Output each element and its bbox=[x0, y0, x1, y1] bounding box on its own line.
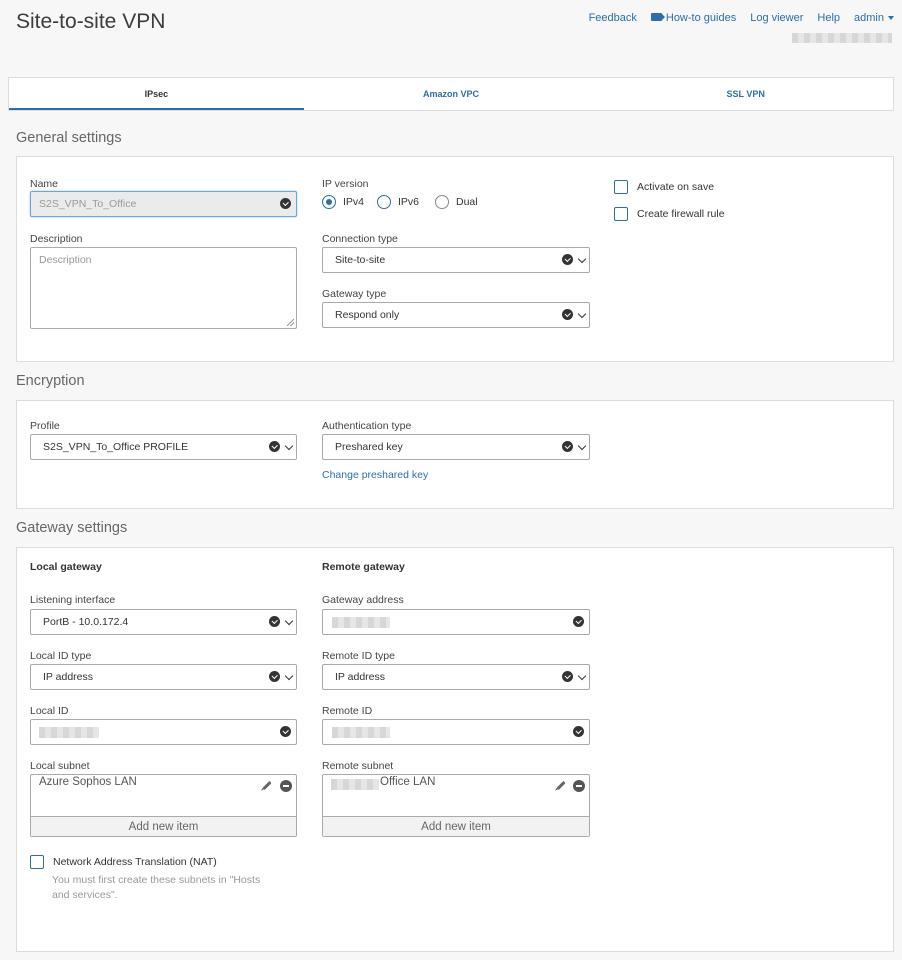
chevron-down-icon bbox=[284, 441, 294, 451]
name-value: S2S_VPN_To_Office bbox=[39, 198, 137, 210]
top-navigation: Feedback How-to guides Log viewer Help a… bbox=[589, 12, 894, 24]
check-circle-icon bbox=[562, 309, 573, 320]
remote-subnet-add-button[interactable]: Add new item bbox=[323, 816, 589, 836]
ip-version-dual[interactable]: Dual bbox=[435, 195, 478, 209]
check-circle-icon bbox=[562, 441, 573, 452]
general-settings-panel: Name S2S_VPN_To_Office Description Descr… bbox=[16, 156, 894, 362]
check-circle-icon bbox=[280, 198, 291, 209]
local-subnet-add-button[interactable]: Add new item bbox=[31, 816, 296, 836]
chevron-down-icon bbox=[577, 309, 587, 319]
checkbox-icon bbox=[30, 855, 44, 869]
checkbox-icon bbox=[614, 207, 628, 221]
user-menu[interactable]: admin bbox=[854, 12, 894, 24]
gateway-settings-panel: Local gateway Remote gateway Listening i… bbox=[16, 547, 894, 952]
chevron-down-icon bbox=[284, 671, 294, 681]
chevron-down-icon bbox=[577, 254, 587, 264]
tab-amazon-vpc[interactable]: Amazon VPC bbox=[304, 78, 599, 110]
tab-ssl-vpn[interactable]: SSL VPN bbox=[598, 78, 893, 110]
nat-checkbox[interactable]: Network Address Translation (NAT) bbox=[30, 855, 217, 869]
redacted-value bbox=[332, 727, 390, 738]
listening-interface-label: Listening interface bbox=[30, 594, 116, 606]
general-settings-title: General settings bbox=[16, 130, 122, 146]
check-circle-icon bbox=[562, 671, 573, 682]
video-camera-icon bbox=[650, 13, 665, 21]
redacted-value bbox=[332, 617, 390, 628]
check-circle-icon bbox=[562, 254, 573, 265]
help-link[interactable]: Help bbox=[817, 12, 840, 24]
connection-type-select[interactable]: Site-to-site bbox=[322, 247, 590, 273]
local-id-type-select[interactable]: IP address bbox=[30, 664, 297, 690]
chevron-down-icon bbox=[577, 671, 587, 681]
gateway-address-input[interactable] bbox=[322, 609, 590, 635]
resize-grip-icon[interactable] bbox=[287, 319, 294, 326]
vpn-tabs: IPsec Amazon VPC SSL VPN bbox=[8, 77, 894, 111]
profile-label: Profile bbox=[30, 420, 60, 432]
create-firewall-rule-checkbox[interactable]: Create firewall rule bbox=[614, 207, 725, 221]
remote-subnet-label: Remote subnet bbox=[322, 760, 394, 772]
check-circle-icon bbox=[269, 441, 280, 452]
pencil-edit-icon[interactable] bbox=[262, 780, 272, 791]
gateway-type-select[interactable]: Respond only bbox=[322, 302, 590, 328]
activate-on-save-checkbox[interactable]: Activate on save bbox=[614, 180, 714, 194]
remote-subnet-item: Office LAN bbox=[380, 776, 436, 788]
remote-id-type-select[interactable]: IP address bbox=[322, 664, 590, 690]
tab-ipsec[interactable]: IPsec bbox=[9, 78, 304, 110]
description-textarea[interactable]: Description bbox=[30, 247, 297, 329]
listening-interface-select[interactable]: PortB - 10.0.172.4 bbox=[30, 609, 297, 635]
ip-version-ipv6[interactable]: IPv6 bbox=[377, 195, 419, 209]
remove-circle-icon[interactable] bbox=[280, 780, 292, 792]
ip-version-label: IP version bbox=[322, 178, 369, 190]
check-circle-icon bbox=[269, 671, 280, 682]
remote-id-input[interactable] bbox=[322, 719, 590, 745]
check-circle-icon bbox=[280, 726, 291, 737]
gateway-settings-title: Gateway settings bbox=[16, 520, 128, 536]
auth-type-select[interactable]: Preshared key bbox=[322, 434, 590, 460]
local-subnet-list: Azure Sophos LAN Add new item bbox=[30, 774, 297, 837]
local-id-label: Local ID bbox=[30, 705, 69, 717]
check-circle-icon bbox=[269, 616, 280, 627]
encryption-panel: Profile S2S_VPN_To_Office PROFILE Authen… bbox=[16, 400, 894, 509]
remote-gateway-heading: Remote gateway bbox=[322, 561, 405, 573]
chevron-down-icon bbox=[284, 616, 294, 626]
pencil-edit-icon[interactable] bbox=[556, 780, 566, 791]
remove-circle-icon[interactable] bbox=[573, 780, 585, 792]
ip-version-ipv4[interactable]: IPv4 bbox=[322, 195, 364, 209]
gateway-address-label: Gateway address bbox=[322, 594, 404, 606]
name-label: Name bbox=[30, 178, 59, 190]
local-id-input[interactable] bbox=[30, 719, 297, 745]
caret-down-icon bbox=[888, 16, 894, 21]
profile-select[interactable]: S2S_VPN_To_Office PROFILE bbox=[30, 434, 297, 460]
remote-id-label: Remote ID bbox=[322, 705, 373, 717]
redacted-hostname bbox=[792, 33, 892, 43]
description-placeholder: Description bbox=[39, 254, 92, 266]
name-input[interactable]: S2S_VPN_To_Office bbox=[30, 191, 297, 217]
page-title: Site-to-site VPN bbox=[16, 10, 166, 33]
remote-id-type-label: Remote ID type bbox=[322, 650, 395, 662]
radio-unselected-icon bbox=[377, 195, 391, 209]
auth-type-label: Authentication type bbox=[322, 420, 412, 432]
local-subnet-label: Local subnet bbox=[30, 760, 90, 772]
check-circle-icon bbox=[573, 616, 584, 627]
check-circle-icon bbox=[573, 726, 584, 737]
redacted-value bbox=[39, 727, 99, 738]
radio-unselected-icon bbox=[435, 195, 449, 209]
local-subnet-item: Azure Sophos LAN bbox=[39, 776, 137, 788]
change-preshared-key-link[interactable]: Change preshared key bbox=[322, 469, 428, 481]
feedback-link[interactable]: Feedback bbox=[589, 12, 637, 24]
log-viewer-link[interactable]: Log viewer bbox=[750, 12, 803, 24]
description-label: Description bbox=[30, 233, 83, 245]
encryption-title: Encryption bbox=[16, 373, 85, 389]
checkbox-icon bbox=[614, 180, 628, 194]
gateway-type-label: Gateway type bbox=[322, 288, 387, 300]
radio-selected-icon bbox=[322, 195, 336, 209]
local-gateway-heading: Local gateway bbox=[30, 561, 102, 573]
redacted-value bbox=[331, 779, 379, 790]
connection-type-label: Connection type bbox=[322, 233, 398, 245]
howto-guides-link[interactable]: How-to guides bbox=[650, 12, 736, 24]
chevron-down-icon bbox=[577, 441, 587, 451]
local-id-type-label: Local ID type bbox=[30, 650, 92, 662]
nat-hint: You must first create these subnets in "… bbox=[52, 874, 261, 901]
remote-subnet-list: Office LAN Add new item bbox=[322, 774, 590, 837]
